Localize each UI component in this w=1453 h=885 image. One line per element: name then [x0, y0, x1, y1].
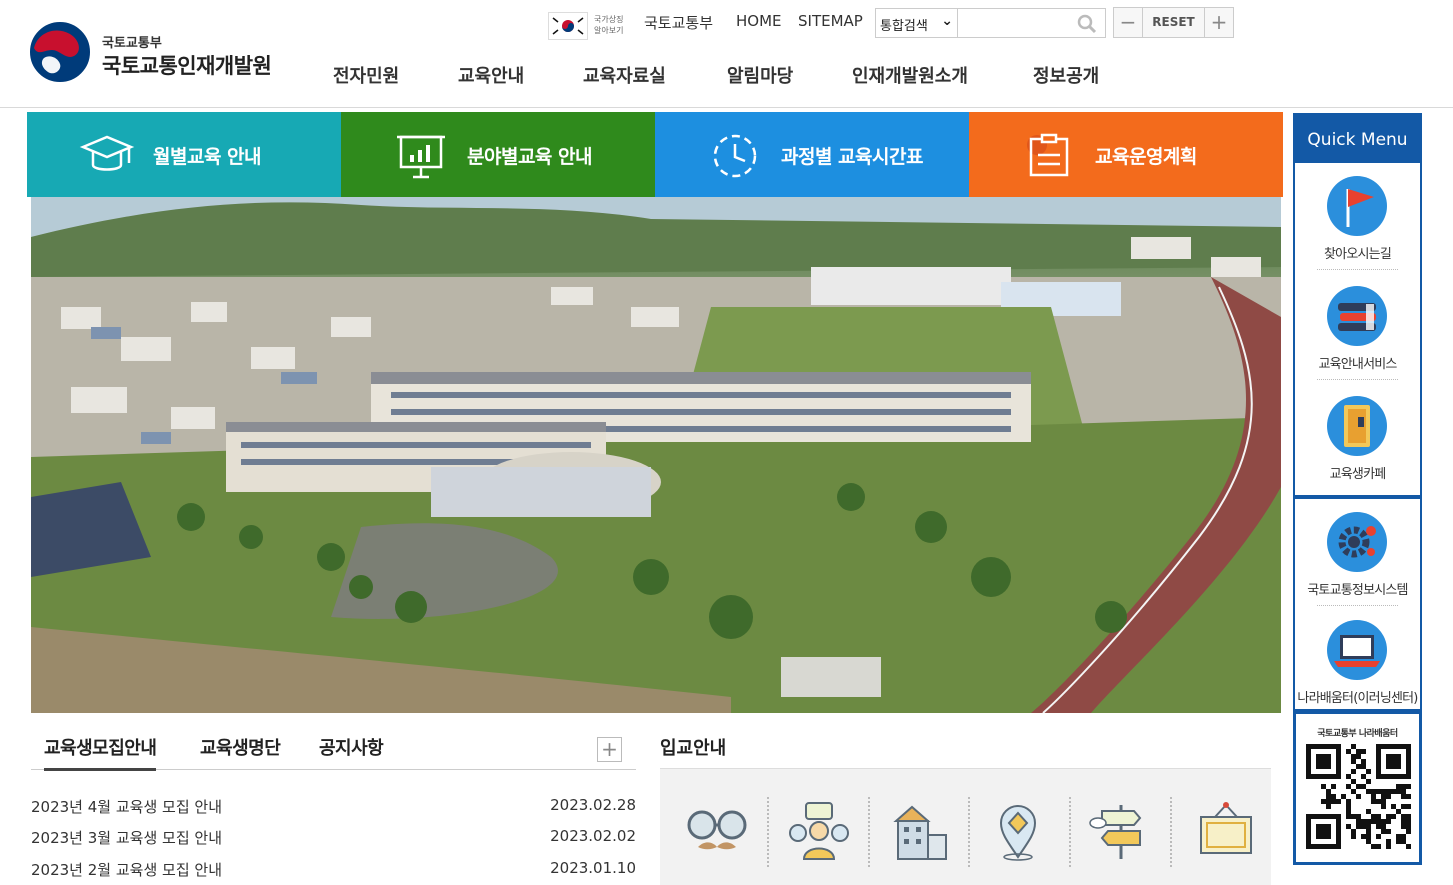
- notice-title[interactable]: 2023년 4월 교육생 모집 안내: [31, 796, 222, 817]
- util-link-home[interactable]: HOME: [736, 12, 782, 30]
- quick-item-label: 교육생카페: [1329, 467, 1387, 482]
- notice-date: 2023.01.10: [550, 859, 636, 877]
- tile-operation-plan[interactable]: 교육운영계획: [969, 112, 1283, 197]
- qr-code-icon: [1306, 744, 1411, 849]
- graduation-cap-icon: [79, 135, 135, 171]
- list-item[interactable]: 2023년 3월 교육생 모집 안내 2023.02.02: [31, 827, 636, 851]
- quick-item-cafe[interactable]: 교육생카페: [1295, 383, 1420, 493]
- logo-ministry-name: 국토교통부: [102, 36, 162, 51]
- notice-title[interactable]: 2023년 3월 교육생 모집 안내: [31, 827, 222, 848]
- divider: [1317, 605, 1398, 606]
- tile-label: 교육운영계획: [1095, 146, 1197, 168]
- signpost-icon[interactable]: [1088, 801, 1154, 861]
- zoom-reset-button[interactable]: RESET: [1144, 8, 1203, 37]
- clipboard-icon: [1027, 133, 1069, 177]
- divider: [767, 797, 769, 867]
- search-input[interactable]: [958, 8, 1106, 38]
- tile-monthly-education[interactable]: 월별교육 안내: [27, 112, 341, 197]
- tab-recruitment[interactable]: 교육생모집안내: [44, 734, 157, 771]
- laptop-icon: [1327, 620, 1387, 680]
- gear-icon: [1327, 512, 1387, 572]
- divider: [1317, 379, 1398, 380]
- national-symbol-link[interactable]: 국가상징 알아보기: [594, 14, 630, 36]
- zoom-out-button[interactable]: −: [1114, 8, 1143, 37]
- tab-notices[interactable]: 공지사항: [319, 734, 384, 760]
- divider: [968, 797, 970, 867]
- tile-course-timetable[interactable]: 과정별 교육시간표: [655, 112, 969, 197]
- quick-menu: Quick Menu 찾아오시는길 교육안내서비스 교육생카페 국토교통정보시스…: [1293, 113, 1422, 865]
- notice-tabs: 교육생모집안내 교육생명단 공지사항: [31, 730, 636, 771]
- quick-menu-group-2: 국토교통정보시스템 나라배움터(이러닝센터): [1293, 497, 1422, 711]
- campus-aerial-illustration: [31, 197, 1281, 713]
- location-pin-icon[interactable]: [985, 801, 1051, 861]
- books-icon: [1327, 286, 1387, 346]
- tab-trainee-list[interactable]: 교육생명단: [200, 734, 281, 760]
- notice-title[interactable]: 2023년 2월 교육생 모집 안내: [31, 859, 222, 880]
- certificate-icon[interactable]: [1193, 801, 1259, 861]
- util-link-ministry[interactable]: 국토교통부: [644, 12, 713, 33]
- taegukgi-icon: [549, 13, 587, 39]
- quick-item-label: 나라배움터(이러닝센터): [1297, 691, 1418, 706]
- building-icon[interactable]: [886, 801, 952, 861]
- tile-label: 월별교육 안내: [153, 146, 262, 168]
- util-link-sitemap[interactable]: SITEMAP: [798, 12, 863, 30]
- tile-label: 분야별교육 안내: [467, 146, 592, 168]
- more-button[interactable]: +: [597, 737, 622, 762]
- site-logo[interactable]: 국토교통부 국토교통인재개발원: [30, 22, 290, 84]
- search-icon[interactable]: [1077, 14, 1097, 34]
- national-flag-icon[interactable]: [548, 12, 588, 40]
- quick-item-edu-guide[interactable]: 교육안내서비스: [1295, 273, 1420, 383]
- zoom-in-button[interactable]: +: [1204, 8, 1233, 37]
- qr-title: 국토교통부 나라배움터: [1317, 729, 1398, 739]
- quick-menu-group-1: 찾아오시는길 교육안내서비스 교육생카페: [1293, 163, 1422, 497]
- hero-campus-photo: [31, 197, 1281, 713]
- nav-education-materials[interactable]: 교육자료실: [583, 62, 666, 88]
- quick-menu-title: Quick Menu: [1293, 113, 1422, 163]
- quick-item-label: 교육안내서비스: [1318, 357, 1397, 372]
- divider: [1069, 797, 1071, 867]
- quick-item-label: 찾아오시는길: [1324, 247, 1392, 262]
- nav-e-civil[interactable]: 전자민원: [333, 62, 399, 88]
- notice-date: 2023.02.28: [550, 796, 636, 814]
- divider: [1170, 797, 1172, 867]
- quick-tiles: 월별교육 안내 분야별교육 안내 과정별 교육시간표 교육운영계획: [27, 112, 1284, 197]
- logo-institute-name: 국토교통인재개발원: [102, 54, 272, 78]
- search-scope-select[interactable]: 통합검색 ⌄: [875, 8, 958, 38]
- quick-item-label: 국토교통정보시스템: [1307, 583, 1408, 598]
- tile-label: 과정별 교육시간표: [781, 146, 923, 168]
- nav-info-disclosure[interactable]: 정보공개: [1033, 62, 1099, 88]
- search-scope-value: 통합검색: [880, 19, 928, 34]
- people-chat-icon[interactable]: [786, 801, 852, 861]
- taegeuk-logo-icon: [30, 22, 90, 82]
- presentation-board-icon: [397, 135, 445, 179]
- site-header: 국토교통부 국토교통인재개발원 국가상징 알아보기 국토교통부 HOME SIT…: [0, 0, 1453, 108]
- glasses-mustache-icon[interactable]: [684, 801, 750, 861]
- qr-code-panel[interactable]: 국토교통부 나라배움터: [1293, 711, 1422, 865]
- admission-title: 입교안내: [660, 738, 727, 759]
- clock-icon: [713, 134, 757, 178]
- quick-item-elearning[interactable]: 나라배움터(이러닝센터): [1295, 607, 1420, 717]
- nav-notice-board[interactable]: 알림마당: [727, 62, 793, 88]
- nav-education-info[interactable]: 교육안내: [458, 62, 524, 88]
- notice-date: 2023.02.02: [550, 827, 636, 845]
- admission-icons: [660, 768, 1271, 885]
- chevron-down-icon: ⌄: [941, 13, 953, 29]
- flag-icon: [1327, 176, 1387, 236]
- list-item[interactable]: 2023년 2월 교육생 모집 안내 2023.01.10: [31, 859, 636, 883]
- quick-item-info-system[interactable]: 국토교통정보시스템: [1295, 499, 1420, 609]
- divider: [1317, 269, 1398, 270]
- divider: [868, 797, 870, 867]
- list-item[interactable]: 2023년 4월 교육생 모집 안내 2023.02.28: [31, 796, 636, 820]
- nav-institute-intro[interactable]: 인재개발원소개: [852, 62, 968, 88]
- quick-item-directions[interactable]: 찾아오시는길: [1295, 163, 1420, 273]
- tile-field-education[interactable]: 분야별교육 안내: [341, 112, 655, 197]
- cafe-door-icon: [1327, 396, 1387, 456]
- zoom-control: − RESET +: [1113, 7, 1234, 38]
